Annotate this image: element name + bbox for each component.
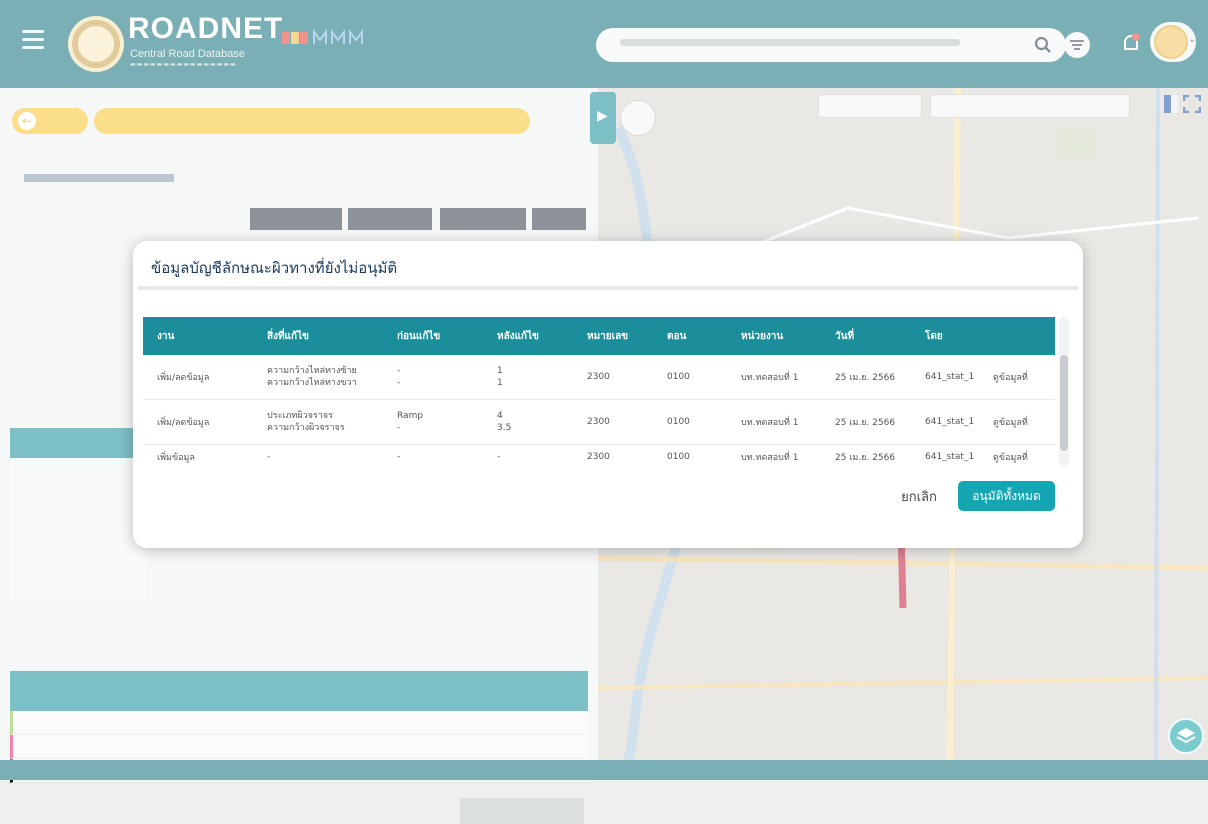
table-header-row: งาน สิ่งที่แก้ไข ก่อนแก้ไข หลังแก้ไข หมา… bbox=[143, 317, 1055, 355]
cell-by: 641_stat_1 bbox=[911, 355, 979, 400]
column-header-work: งาน bbox=[143, 317, 253, 355]
cell-before: -- bbox=[383, 355, 483, 400]
view-detail-link[interactable]: ดูข้อมูลที่ bbox=[979, 399, 1055, 445]
column-header-unit: หน่วยงาน bbox=[727, 317, 821, 355]
cell-work: เพิ่ม/ลดข้อมูล bbox=[143, 399, 253, 445]
form-button[interactable] bbox=[460, 798, 584, 824]
cell-work: เพิ่ม/ลดข้อมูล bbox=[143, 355, 253, 400]
modal-divider bbox=[137, 286, 1079, 290]
view-detail-link[interactable]: ดูข้อมูลที่ bbox=[979, 444, 1055, 467]
table-row: เพิ่มข้อมูล - - - 2300 0100 บท.ทดสอบที่ … bbox=[143, 444, 1055, 467]
cell-changed: ประเภทผิวจราจร ความกว้างผิวจราจร bbox=[253, 399, 383, 445]
cell-before: - bbox=[383, 444, 483, 467]
cell-before: Ramp - bbox=[383, 399, 483, 445]
column-header-action bbox=[979, 317, 1055, 355]
modal-title: ข้อมูลบัญชีลักษณะผิวทางที่ยังไม่อนุมัติ bbox=[151, 259, 398, 277]
cell-by: 641_stat_1 bbox=[911, 444, 979, 467]
column-header-before: ก่อนแก้ไข bbox=[383, 317, 483, 355]
cell-date: 25 เม.ย. 2566 bbox=[821, 444, 911, 467]
column-header-after: หลังแก้ไข bbox=[483, 317, 573, 355]
cell-section: 0100 bbox=[653, 444, 727, 467]
cell-by: 641_stat_1 bbox=[911, 399, 979, 445]
cell-date: 25 เม.ย. 2566 bbox=[821, 399, 911, 445]
column-header-section: ตอน bbox=[653, 317, 727, 355]
column-header-date: วันที่ bbox=[821, 317, 911, 355]
cell-unit: บท.ทดสอบที่ 1 bbox=[727, 444, 821, 467]
cell-work: เพิ่มข้อมูล bbox=[143, 444, 253, 467]
cell-after: 11 bbox=[483, 355, 573, 400]
cell-unit: บท.ทดสอบที่ 1 bbox=[727, 355, 821, 400]
pending-records-table: งาน สิ่งที่แก้ไข ก่อนแก้ไข หลังแก้ไข หมา… bbox=[143, 317, 1055, 467]
cell-route: 2300 bbox=[573, 399, 653, 445]
column-header-changed: สิ่งที่แก้ไข bbox=[253, 317, 383, 355]
cell-unit: บท.ทดสอบที่ 1 bbox=[727, 399, 821, 445]
unapproved-records-modal: ข้อมูลบัญชีลักษณะผิวทางที่ยังไม่อนุมัติ … bbox=[133, 241, 1083, 548]
cell-changed: ความกว้างไหล่ทางซ้าย ความกว้างไหล่ทางขวา bbox=[253, 355, 383, 400]
column-header-by: โดย bbox=[911, 317, 979, 355]
cell-route: 2300 bbox=[573, 444, 653, 467]
cell-after: - bbox=[483, 444, 573, 467]
scrollbar-thumb[interactable] bbox=[1060, 355, 1068, 451]
cell-changed: - bbox=[253, 444, 383, 467]
table-scrollbar[interactable] bbox=[1059, 317, 1069, 467]
cell-section: 0100 bbox=[653, 399, 727, 445]
cell-after: 4 3.5 bbox=[483, 399, 573, 445]
view-detail-link[interactable]: ดูข้อมูลที่ bbox=[979, 355, 1055, 400]
table-row: เพิ่ม/ลดข้อมูล ความกว้างไหล่ทางซ้าย ความก… bbox=[143, 355, 1055, 400]
cell-date: 25 เม.ย. 2566 bbox=[821, 355, 911, 400]
table-row: เพิ่ม/ลดข้อมูล ประเภทผิวจราจร ความกว้างผิ… bbox=[143, 399, 1055, 445]
cell-section: 0100 bbox=[653, 355, 727, 400]
approve-all-button[interactable]: อนุมัติทั้งหมด bbox=[958, 481, 1055, 511]
cell-route: 2300 bbox=[573, 355, 653, 400]
column-header-route: หมายเลข bbox=[573, 317, 653, 355]
cancel-button[interactable]: ยกเลิก bbox=[891, 481, 947, 511]
